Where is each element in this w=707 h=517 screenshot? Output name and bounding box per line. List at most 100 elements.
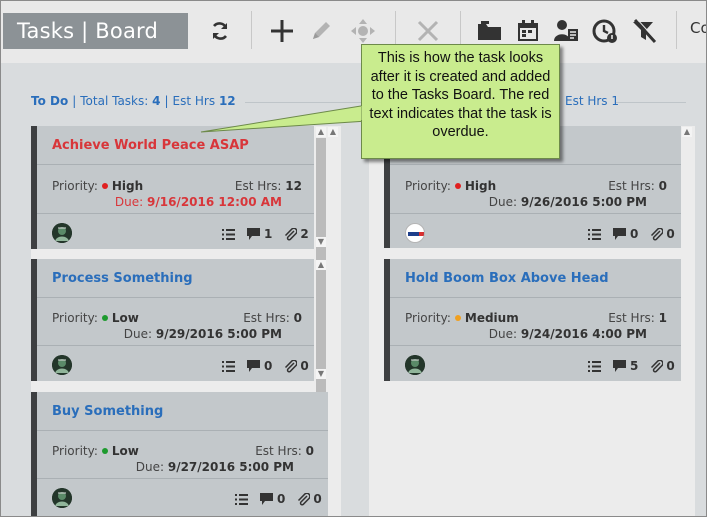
priority-row: Priority: High	[405, 179, 497, 193]
column-header-todo: To Do | Total Tasks: 4 | Est Hrs 12	[31, 94, 236, 108]
card-divider	[37, 213, 314, 214]
priority-value: Low	[111, 444, 139, 458]
priority-row: Priority: Low	[52, 444, 139, 458]
comments-count[interactable]: 0	[260, 492, 285, 506]
toolbar-divider	[251, 11, 252, 49]
due-date: Due: 9/16/2016 12:00 AM	[114, 195, 282, 209]
card-divider	[390, 297, 681, 298]
task-title[interactable]: Hold Boom Box Above Head	[405, 271, 609, 286]
attachments-count[interactable]: 0	[297, 492, 322, 506]
card-meta-icons: 5 0	[588, 359, 675, 373]
column-header-partial: Est Hrs 1	[565, 94, 620, 108]
card-divider	[390, 345, 681, 346]
card-meta-icons: 0 0	[222, 359, 309, 373]
est-hours: Est Hrs: 0	[243, 311, 302, 325]
delete-icon[interactable]	[413, 15, 443, 47]
card-divider	[37, 345, 314, 346]
est-hours-label: Est Hrs	[172, 94, 216, 108]
comments-count[interactable]: 0	[247, 359, 272, 373]
card-divider	[37, 297, 314, 298]
card-divider	[37, 430, 328, 431]
edit-icon[interactable]	[306, 15, 336, 47]
callout-note: This is how the task looks after it is c…	[361, 44, 560, 159]
est-hours: Est Hrs: 12	[234, 179, 302, 193]
comments-count[interactable]: 1	[247, 227, 272, 241]
priority-value: Low	[111, 311, 139, 325]
refresh-icon[interactable]	[205, 15, 235, 47]
priority-row: Priority: Low	[52, 311, 139, 325]
task-title[interactable]: Achieve World Peace ASAP	[52, 138, 249, 153]
clock-icon[interactable]	[590, 15, 620, 47]
priority-row: Priority: Medium	[405, 311, 519, 325]
scroll-up-icon[interactable]: ▲	[328, 127, 338, 137]
checklist-icon[interactable]	[235, 493, 248, 505]
card-meta-icons: 0 0	[235, 492, 322, 506]
move-icon[interactable]	[348, 15, 378, 47]
scroll-up-icon[interactable]: ▲	[316, 260, 326, 270]
avatar[interactable]	[405, 355, 425, 375]
task-card[interactable]: Process Something Priority: Low Est Hrs: …	[31, 259, 314, 381]
card-meta-icons: 1 2	[222, 227, 309, 241]
avatar[interactable]	[52, 355, 72, 375]
task-card[interactable]: Buy Something Priority: Low Est Hrs: 0 Du…	[31, 392, 328, 516]
priority-dot	[101, 315, 108, 321]
scroll-up-icon[interactable]: ▲	[316, 127, 326, 137]
attachments-count[interactable]: 0	[284, 359, 309, 373]
due-date: Due: 9/29/2016 5:00 PM	[123, 327, 282, 341]
card-divider	[390, 213, 681, 214]
column-header-divider	[616, 102, 686, 103]
assign-user-icon[interactable]	[552, 15, 582, 47]
comments-count[interactable]: 0	[613, 227, 638, 241]
comments-count[interactable]: 5	[613, 359, 638, 373]
attachments-count[interactable]: 0	[650, 359, 675, 373]
est-hours-value: 12	[218, 94, 236, 108]
toolbar: Tasks | Board C	[1, 1, 706, 63]
card-divider	[37, 164, 314, 165]
due-date: Due: 9/26/2016 5:00 PM	[488, 195, 647, 209]
card-meta-icons: 0 0	[588, 227, 675, 241]
priority-dot	[454, 315, 461, 321]
priority-value: Medium	[464, 311, 519, 325]
attachments-count[interactable]: 2	[284, 227, 309, 241]
checklist-icon[interactable]	[222, 228, 235, 240]
checklist-icon[interactable]	[222, 360, 235, 372]
calendar-icon[interactable]	[513, 15, 543, 47]
due-date: Due: 9/24/2016 4:00 PM	[488, 327, 647, 341]
priority-dot	[101, 448, 108, 454]
total-tasks-label: Total Tasks:	[80, 94, 149, 108]
est-hours: Est Hrs: 0	[255, 444, 314, 458]
priority-value: High	[111, 179, 144, 193]
window-frame: Tasks | Board C To Do | Total Tasks: 4 |…	[0, 0, 707, 517]
toolbar-overflow-label[interactable]: Co	[690, 19, 706, 37]
filter-off-icon[interactable]	[629, 15, 659, 47]
card-divider	[37, 478, 328, 479]
column-name: To Do	[31, 94, 69, 108]
card-divider	[390, 164, 681, 165]
total-tasks-value: 4	[152, 94, 161, 108]
attachments-count[interactable]: 0	[650, 227, 675, 241]
add-icon[interactable]	[267, 15, 297, 47]
column-header-divider	[245, 102, 365, 103]
priority-row: Priority: High	[52, 179, 144, 193]
avatar[interactable]	[52, 488, 72, 508]
checklist-icon[interactable]	[588, 360, 601, 372]
checklist-icon[interactable]	[588, 228, 601, 240]
task-title[interactable]: Buy Something	[52, 404, 163, 419]
scroll-down-icon[interactable]: ▼	[316, 369, 326, 379]
due-date: Due: 9/27/2016 5:00 PM	[135, 460, 294, 474]
task-card[interactable]: Achieve World Peace ASAP Priority: High E…	[31, 126, 314, 249]
est-hours: Est Hrs: 0	[608, 179, 667, 193]
avatar[interactable]	[52, 223, 72, 243]
task-card[interactable]: Hold Boom Box Above Head Priority: Medium…	[384, 259, 681, 381]
tasks-board: To Do | Total Tasks: 4 | Est Hrs 12 Est Hrs …	[1, 63, 706, 516]
scroll-down-icon[interactable]: ▼	[316, 237, 326, 247]
priority-dot	[454, 183, 461, 189]
company-logo-avatar[interactable]	[405, 223, 425, 243]
priority-dot	[101, 183, 108, 189]
page-title: Tasks | Board	[3, 13, 188, 49]
scroll-up-icon[interactable]: ▲	[682, 127, 692, 137]
folder-icon[interactable]	[475, 15, 505, 47]
priority-value: High	[464, 179, 497, 193]
est-hours: Est Hrs: 1	[608, 311, 667, 325]
task-title[interactable]: Process Something	[52, 271, 193, 286]
